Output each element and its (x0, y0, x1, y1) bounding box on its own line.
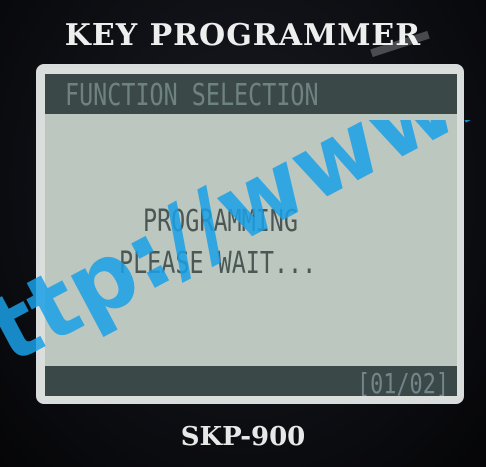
status-message-line1: PROGRAMMING (143, 204, 298, 239)
lcd-screen: FUNCTION SELECTION PROGRAMMING PLEASE WA… (45, 74, 457, 396)
page-indicator: [01/02] (356, 367, 449, 396)
device-model-label: SKP-900 (180, 422, 306, 452)
screen-title: FUNCTION SELECTION (65, 78, 319, 113)
status-message-line2: PLEASE WAIT... (119, 246, 317, 281)
lcd-header-bar: FUNCTION SELECTION (45, 74, 457, 114)
lcd-footer-bar: [01/02] (45, 366, 457, 396)
